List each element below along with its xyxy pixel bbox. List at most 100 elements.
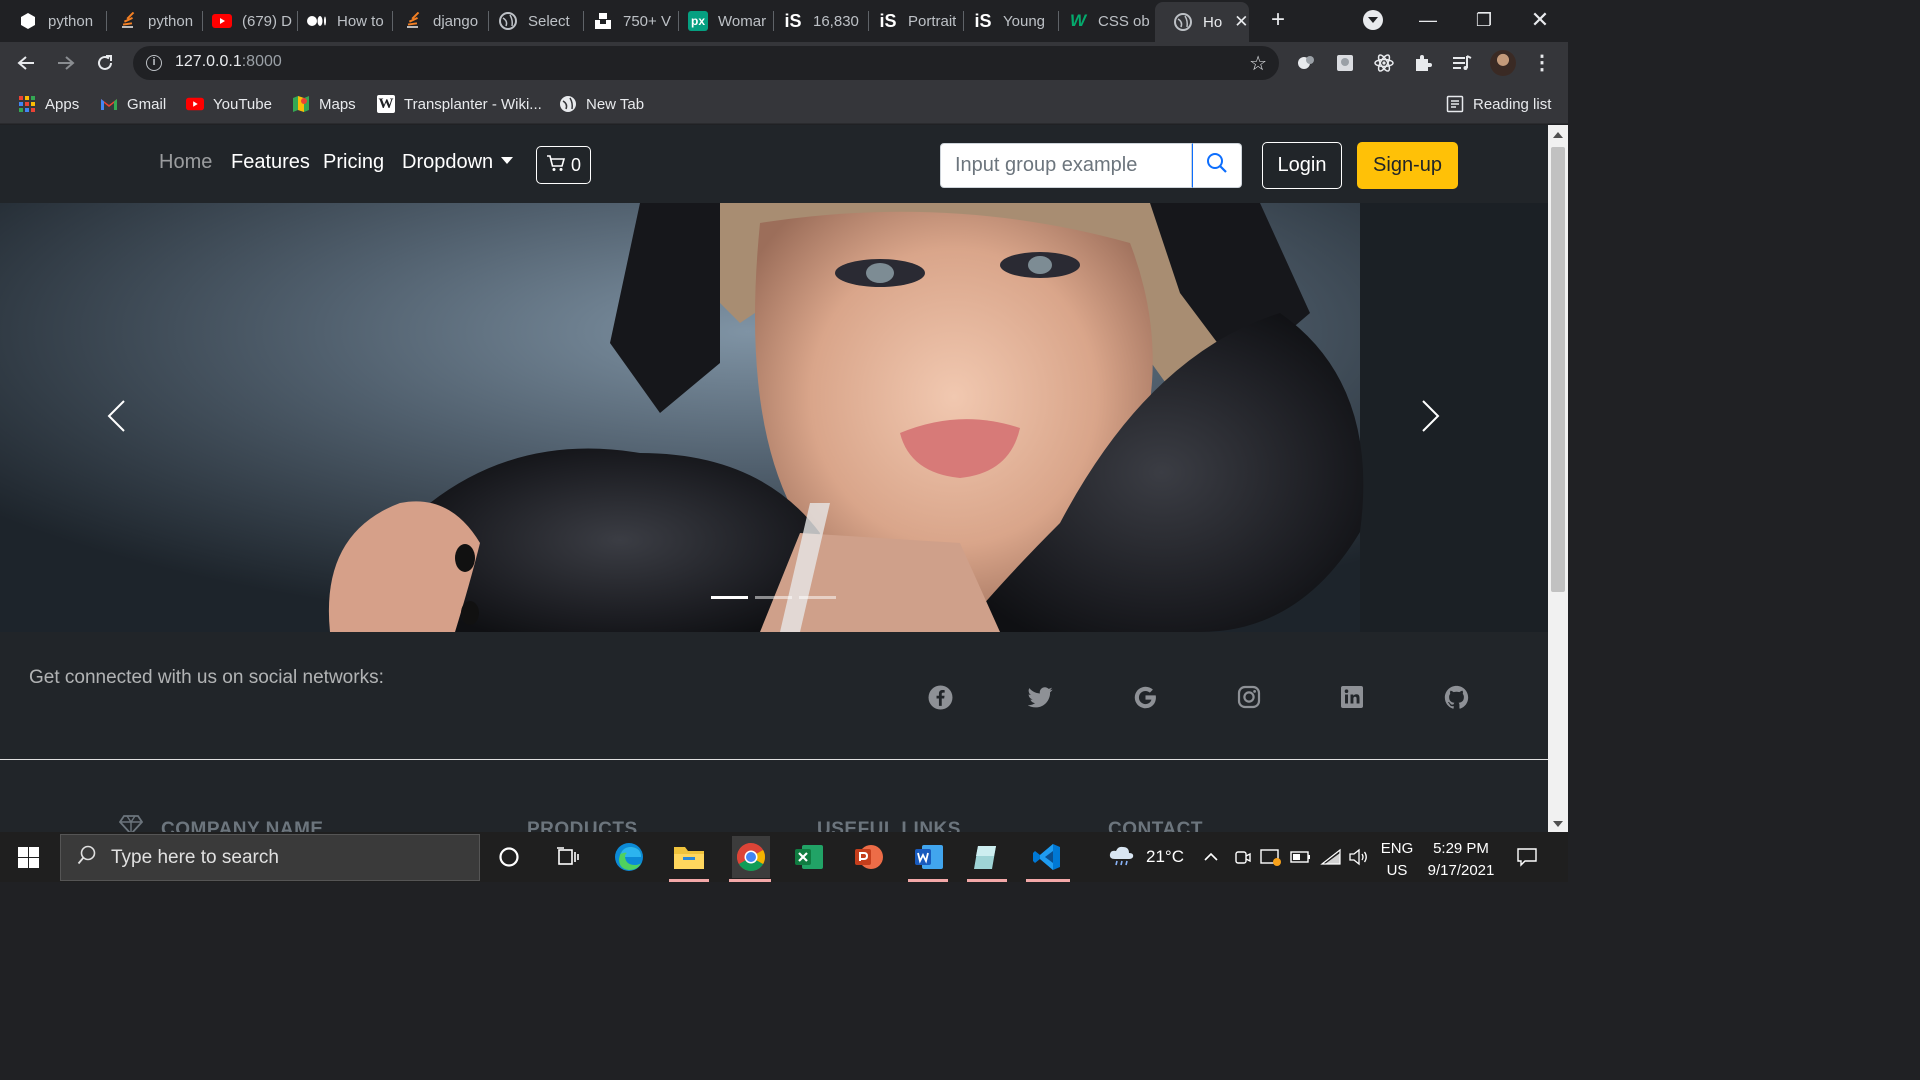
site-info-icon[interactable]: i bbox=[146, 55, 162, 71]
carousel-next-button[interactable] bbox=[1411, 393, 1451, 443]
chrome-icon[interactable] bbox=[732, 836, 770, 878]
nav-features-link[interactable]: Features bbox=[231, 151, 310, 174]
carousel-indicator[interactable] bbox=[755, 596, 792, 599]
taskbar-clock[interactable]: 5:29 PM 9/17/2021 bbox=[1426, 838, 1496, 882]
istock-icon: iS bbox=[784, 10, 802, 31]
search-button[interactable] bbox=[1192, 143, 1242, 188]
tab[interactable]: How to bbox=[289, 0, 391, 42]
nav-dropdown-toggle[interactable]: Dropdown bbox=[402, 151, 514, 174]
meet-now-icon[interactable] bbox=[1233, 832, 1251, 882]
file-explorer-icon[interactable] bbox=[672, 840, 706, 874]
instagram-icon[interactable] bbox=[1236, 684, 1262, 710]
bookmark-gmail[interactable]: Gmail bbox=[100, 93, 166, 115]
linkedin-icon[interactable] bbox=[1339, 684, 1365, 710]
tab[interactable]: python bbox=[0, 0, 106, 42]
bookmark-apps[interactable]: Apps bbox=[18, 93, 79, 115]
reading-list-button[interactable]: Reading list bbox=[1446, 93, 1551, 115]
react-devtools-icon[interactable] bbox=[1374, 53, 1394, 73]
signup-button[interactable]: Sign-up bbox=[1357, 142, 1458, 189]
github-icon[interactable] bbox=[1443, 684, 1469, 710]
tab[interactable]: Select bbox=[480, 0, 582, 42]
security-alert-icon[interactable] bbox=[1260, 832, 1282, 882]
battery-icon[interactable] bbox=[1290, 832, 1312, 882]
google-icon[interactable] bbox=[1132, 684, 1158, 710]
app-running-indicator bbox=[1026, 879, 1070, 882]
carousel-prev-button[interactable] bbox=[96, 393, 136, 443]
minimize-icon[interactable]: — bbox=[1400, 0, 1456, 40]
search-icon bbox=[77, 845, 97, 871]
address-bar[interactable]: i 127.0.0.1:8000 ☆ bbox=[133, 46, 1279, 80]
bookmark-star-icon[interactable]: ☆ bbox=[1249, 51, 1267, 76]
show-hidden-icons-chevron-icon[interactable] bbox=[1204, 832, 1218, 882]
tab-title: django bbox=[433, 12, 479, 30]
login-button[interactable]: Login bbox=[1262, 142, 1342, 189]
notes-app-icon[interactable] bbox=[970, 840, 1004, 874]
nav-home-link[interactable]: Home bbox=[159, 151, 212, 174]
search-input[interactable] bbox=[940, 143, 1192, 188]
bookmark-youtube[interactable]: YouTube bbox=[186, 93, 272, 115]
bookmarks-bar: Apps Gmail YouTube Maps W Transplanter -… bbox=[0, 84, 1568, 124]
page-scrollbar[interactable] bbox=[1548, 125, 1568, 832]
restore-icon[interactable]: ❐ bbox=[1456, 0, 1512, 40]
facebook-icon[interactable] bbox=[927, 684, 953, 710]
vscode-icon[interactable] bbox=[1030, 840, 1064, 874]
media-control-icon[interactable] bbox=[1452, 53, 1472, 73]
tab-active[interactable]: Ho ✕ bbox=[1155, 2, 1249, 42]
nav-pricing-link[interactable]: Pricing bbox=[323, 151, 384, 174]
edge-icon[interactable] bbox=[612, 840, 646, 874]
reload-icon[interactable] bbox=[92, 50, 118, 76]
bookmark-label: Gmail bbox=[127, 95, 167, 113]
scroll-down-arrow-icon[interactable] bbox=[1553, 821, 1563, 827]
bookmark-maps[interactable]: Maps bbox=[292, 93, 356, 115]
taskbar-search-box[interactable]: Type here to search bbox=[60, 834, 480, 881]
url-host: 127.0.0.1 bbox=[175, 53, 242, 70]
extension-icon[interactable] bbox=[1296, 53, 1316, 73]
tab[interactable]: iS Portrait bbox=[860, 0, 962, 42]
apps-grid-icon bbox=[18, 95, 36, 113]
profile-avatar[interactable] bbox=[1490, 50, 1516, 76]
tab-search-icon[interactable] bbox=[1363, 10, 1383, 30]
wifi-icon[interactable] bbox=[1320, 832, 1342, 882]
close-tab-icon[interactable]: ✕ bbox=[1234, 12, 1248, 32]
tab-title: Portrait bbox=[908, 12, 957, 30]
forward-icon[interactable] bbox=[53, 50, 79, 76]
close-window-icon[interactable]: ✕ bbox=[1512, 0, 1568, 40]
back-icon[interactable] bbox=[13, 50, 39, 76]
word-icon[interactable] bbox=[912, 840, 946, 874]
carousel-slide-image bbox=[0, 203, 1548, 632]
notifications-icon[interactable] bbox=[1516, 832, 1538, 882]
tab[interactable]: px Womar bbox=[670, 0, 772, 42]
tab[interactable]: (679) D bbox=[194, 0, 296, 42]
tab[interactable]: iS 16,830 bbox=[765, 0, 867, 42]
scroll-up-arrow-icon[interactable] bbox=[1553, 132, 1563, 138]
tab-title: Select bbox=[528, 12, 570, 30]
footer-useful-links-heading: USEFUL LINKS bbox=[817, 819, 961, 832]
weather-widget[interactable]: 21°C bbox=[1108, 832, 1184, 882]
bookmark-transplanter[interactable]: W Transplanter - Wiki... bbox=[377, 93, 542, 115]
task-view-icon[interactable] bbox=[551, 840, 585, 874]
site-footer: COMPANY NAME PRODUCTS USEFUL LINKS CONTA… bbox=[0, 761, 1548, 832]
tab[interactable]: python bbox=[100, 0, 202, 42]
powerpoint-icon[interactable] bbox=[852, 840, 886, 874]
carousel-indicator[interactable] bbox=[799, 596, 836, 599]
excel-icon[interactable] bbox=[792, 840, 826, 874]
volume-icon[interactable] bbox=[1348, 832, 1368, 882]
carousel-indicator[interactable] bbox=[711, 596, 748, 599]
gmail-icon bbox=[100, 95, 118, 113]
extension-icon[interactable] bbox=[1335, 53, 1355, 73]
new-tab-button[interactable]: + bbox=[1265, 7, 1291, 33]
language-indicator[interactable]: ENG US bbox=[1380, 838, 1414, 882]
extensions-puzzle-icon[interactable] bbox=[1413, 53, 1433, 73]
browser-toolbar: i 127.0.0.1:8000 ☆ ⋮ bbox=[0, 42, 1568, 84]
scrollbar-thumb[interactable] bbox=[1551, 147, 1565, 592]
tab[interactable]: iS Young bbox=[955, 0, 1057, 42]
bookmark-new-tab[interactable]: New Tab bbox=[559, 93, 644, 115]
twitter-icon[interactable] bbox=[1027, 684, 1053, 710]
tab[interactable]: 750+ V bbox=[575, 0, 677, 42]
windows-start-icon[interactable] bbox=[18, 847, 39, 868]
tab[interactable]: W CSS ob bbox=[1050, 0, 1152, 42]
browser-menu-icon[interactable]: ⋮ bbox=[1532, 50, 1552, 75]
tab[interactable]: django bbox=[385, 0, 487, 42]
cart-button[interactable]: 0 bbox=[536, 146, 591, 184]
cortana-icon[interactable] bbox=[492, 840, 526, 874]
